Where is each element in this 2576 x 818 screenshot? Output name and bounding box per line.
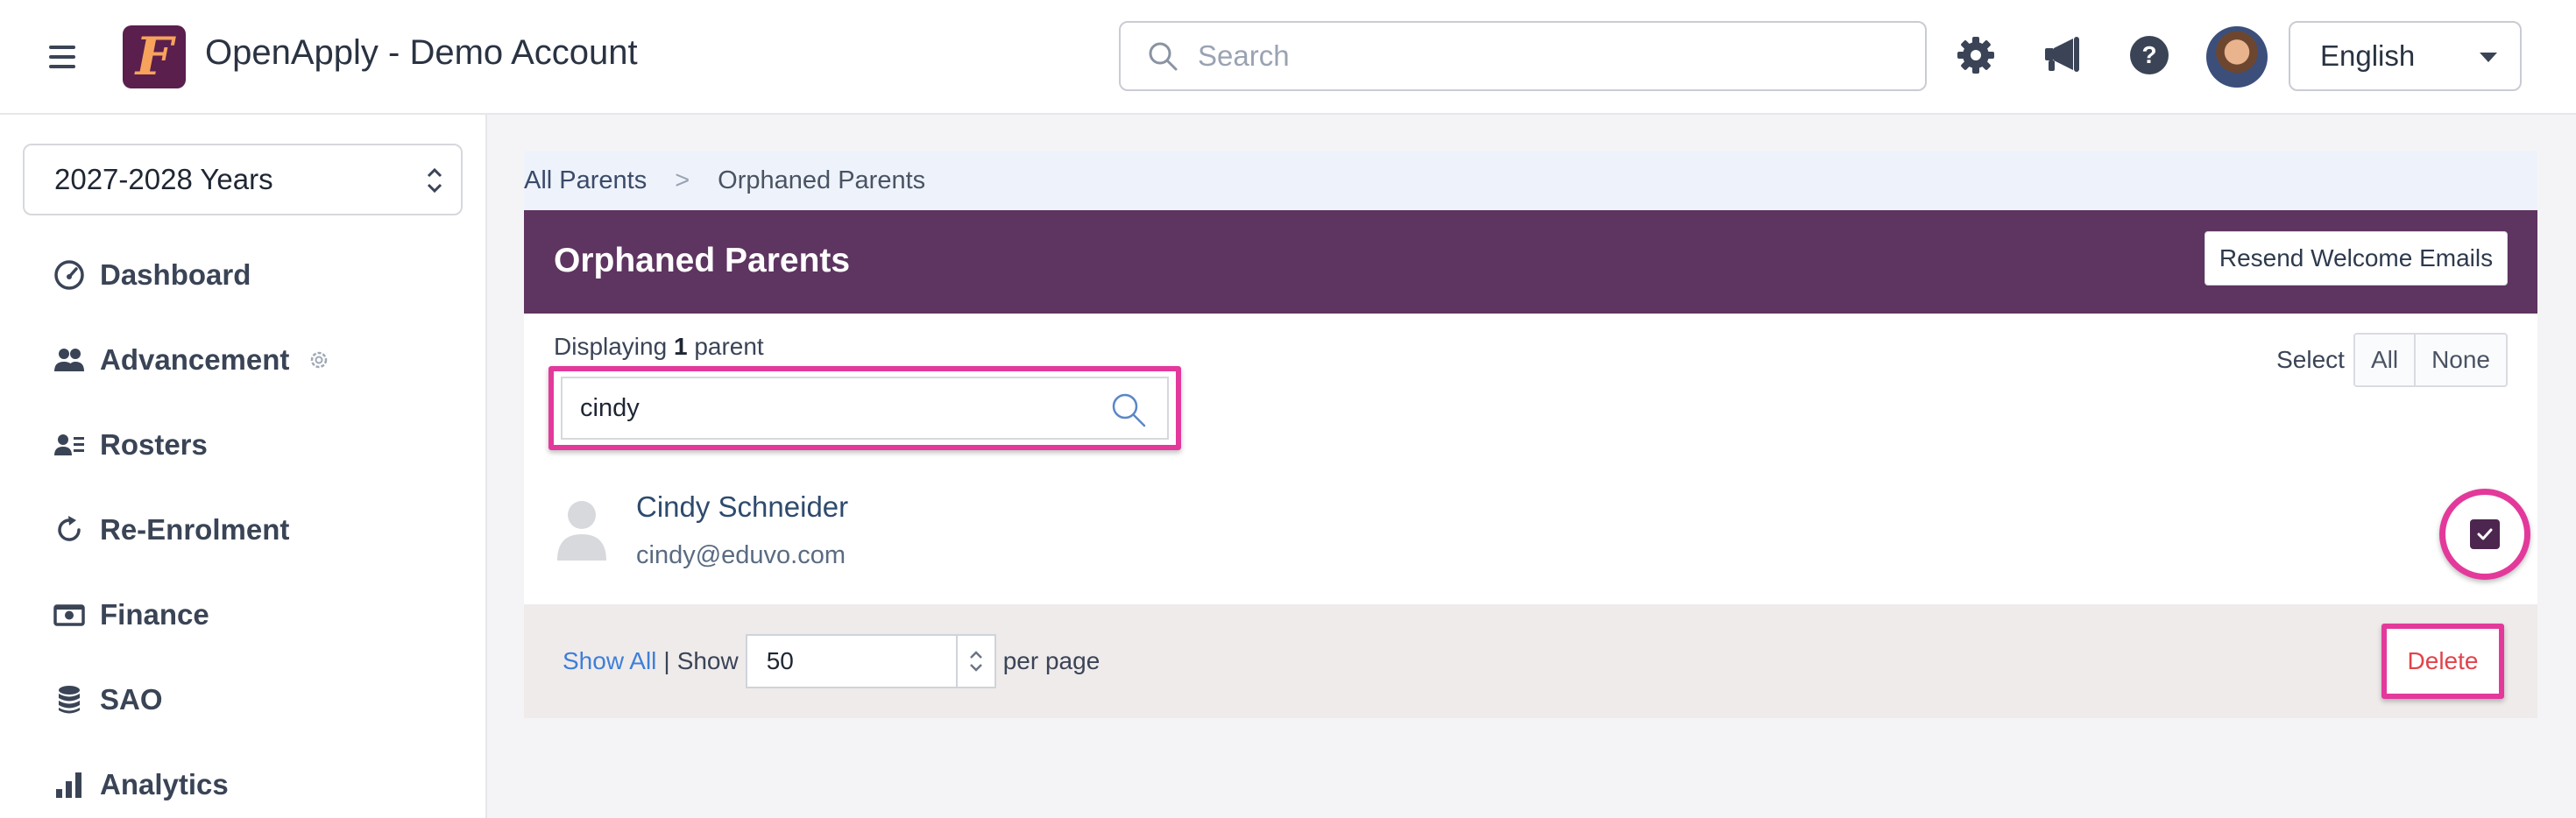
select-label: Select bbox=[2276, 346, 2345, 373]
sidebar-item-label: Rosters bbox=[100, 428, 208, 461]
per-page-suffix: per page bbox=[1002, 647, 1100, 674]
users-icon bbox=[54, 349, 84, 371]
parent-name-link[interactable]: Cindy Schneider bbox=[636, 490, 848, 524]
panel-body: Displaying 1 parent Select All None Cind… bbox=[524, 314, 2537, 604]
select-segmented-control: All None bbox=[2353, 333, 2508, 387]
search-icon bbox=[1149, 42, 1178, 71]
resend-welcome-emails-button[interactable]: Resend Welcome Emails bbox=[2204, 231, 2508, 286]
show-label: Show bbox=[676, 647, 739, 674]
megaphone-icon[interactable] bbox=[2042, 33, 2085, 77]
show-all-link[interactable]: Show All bbox=[563, 647, 656, 675]
per-page-value: 50 bbox=[766, 647, 794, 674]
delete-button[interactable]: Delete bbox=[2381, 624, 2504, 699]
pipe-separator: | bbox=[663, 647, 670, 674]
sidebar-item-label: SAO bbox=[100, 683, 163, 716]
checkbox-checked[interactable] bbox=[2470, 519, 2500, 549]
roster-icon bbox=[54, 434, 84, 455]
search-input[interactable] bbox=[1198, 39, 1899, 73]
sidebar-item-rosters[interactable]: Rosters bbox=[53, 419, 208, 471]
logo-letter: F bbox=[135, 26, 173, 88]
select-group: Select All None bbox=[2276, 333, 2508, 387]
settings-gear-icon[interactable] bbox=[1954, 33, 1998, 77]
panel-header: Orphaned Parents Resend Welcome Emails bbox=[524, 210, 2537, 314]
sidebar-item-label: Re-Enrolment bbox=[100, 513, 290, 546]
sidebar-item-advancement[interactable]: Advancement bbox=[53, 334, 331, 386]
refresh-icon bbox=[58, 516, 81, 541]
breadcrumb-separator: > bbox=[675, 166, 690, 194]
sidebar-item-label: Analytics bbox=[100, 768, 229, 800]
sidebar-item-finance[interactable]: Finance bbox=[53, 589, 209, 641]
year-select[interactable]: 2027-2028 Years bbox=[23, 144, 463, 215]
result-count: Displaying 1 parent bbox=[554, 333, 764, 361]
pagination-controls: Show All | Show 50 per page bbox=[563, 634, 1100, 688]
gauge-icon bbox=[54, 260, 84, 290]
breadcrumb-current: Orphaned Parents bbox=[718, 166, 926, 194]
displaying-prefix: Displaying bbox=[554, 333, 668, 360]
sidebar-item-label: Advancement bbox=[100, 343, 290, 376]
help-icon[interactable]: ? bbox=[2127, 33, 2171, 77]
sidebar-item-dashboard[interactable]: Dashboard bbox=[53, 249, 251, 301]
language-select[interactable]: English bbox=[2289, 21, 2522, 91]
per-page-stepper[interactable]: 50 bbox=[745, 634, 996, 688]
app-logo[interactable]: F bbox=[123, 25, 186, 88]
select-all-button[interactable]: All bbox=[2354, 335, 2415, 385]
sidebar-item-label: Finance bbox=[100, 598, 209, 631]
checkmark-icon bbox=[2477, 528, 2493, 540]
year-value: 2027-2028 Years bbox=[54, 163, 273, 195]
panel-footer: Show All | Show 50 per page Delete bbox=[524, 604, 2537, 718]
displaying-count: 1 bbox=[673, 333, 688, 360]
svg-text:?: ? bbox=[2141, 41, 2156, 68]
sidebar-item-label: Dashboard bbox=[100, 258, 251, 291]
parent-filter[interactable] bbox=[561, 377, 1169, 440]
select-none-button[interactable]: None bbox=[2414, 335, 2506, 385]
default-avatar-icon bbox=[557, 501, 606, 561]
language-value: English bbox=[2320, 39, 2416, 72]
list-item: Cindy Schneider cindy@eduvo.com bbox=[524, 469, 2537, 604]
sidebar: 2027-2028 Years Dashboard Advancement Ro… bbox=[0, 115, 487, 818]
parent-select-checkbox[interactable] bbox=[2439, 489, 2530, 580]
up-down-chevron-icon bbox=[427, 167, 442, 194]
parent-email: cindy@eduvo.com bbox=[636, 541, 846, 569]
database-icon bbox=[59, 686, 80, 714]
breadcrumb-all-parents-link[interactable]: All Parents bbox=[524, 166, 647, 195]
search-icon[interactable] bbox=[1109, 391, 1148, 429]
stepper-arrows-icon[interactable] bbox=[955, 636, 994, 687]
sidebar-item-analytics[interactable]: Analytics bbox=[53, 758, 229, 811]
sidebar-item-re-enrolment[interactable]: Re-Enrolment bbox=[53, 504, 289, 556]
breadcrumb: All Parents > Orphaned Parents bbox=[524, 151, 2537, 210]
top-bar: F OpenApply - Demo Account Search ? Engl… bbox=[0, 0, 2576, 115]
chevron-down-icon bbox=[2480, 53, 2497, 62]
parent-filter-input[interactable] bbox=[580, 393, 1106, 423]
global-search[interactable] bbox=[1119, 21, 1927, 91]
page-title: Orphaned Parents bbox=[554, 242, 851, 279]
user-avatar[interactable] bbox=[2206, 26, 2268, 88]
app-title: OpenApply - Demo Account bbox=[205, 33, 638, 72]
gear-icon[interactable] bbox=[307, 348, 331, 372]
money-icon bbox=[53, 604, 85, 626]
displaying-suffix: parent bbox=[694, 333, 764, 360]
sidebar-item-sao[interactable]: SAO bbox=[53, 673, 163, 726]
bar-chart-icon bbox=[56, 772, 81, 798]
delete-label: Delete bbox=[2407, 647, 2479, 674]
hamburger-menu-icon[interactable] bbox=[49, 42, 75, 72]
